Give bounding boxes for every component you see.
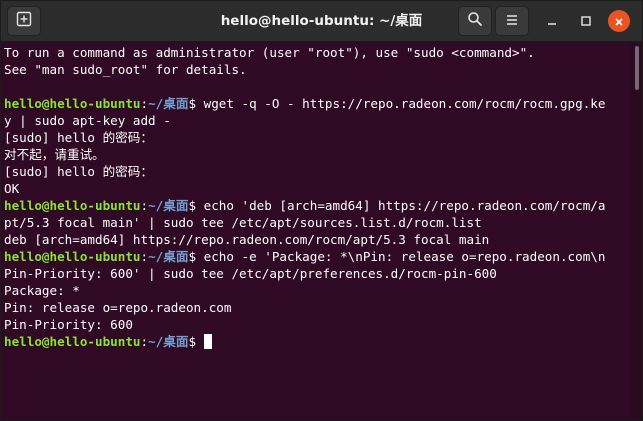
text-cursor bbox=[203, 334, 212, 349]
output-text: Package: * bbox=[4, 283, 80, 298]
prompt-separator: : bbox=[140, 96, 149, 111]
window-title: hello@hello-ubuntu: ~/桌面 bbox=[220, 13, 423, 29]
prompt-user: hello@hello-ubuntu bbox=[4, 249, 141, 264]
menu-button[interactable] bbox=[495, 6, 529, 36]
minimize-icon bbox=[546, 12, 558, 31]
close-button[interactable] bbox=[608, 10, 630, 32]
new-tab-icon bbox=[16, 11, 32, 31]
output-line: To run a command as administrator (user … bbox=[4, 44, 631, 61]
command-text: echo 'deb [arch=amd64] https://repo.rade… bbox=[203, 198, 606, 213]
output-line: 对不起，请重试。 bbox=[4, 146, 631, 163]
output-line: See "man sudo_root" for details. bbox=[4, 61, 631, 78]
output-text: To run a command as administrator (user … bbox=[4, 45, 535, 60]
terminal-output[interactable]: To run a command as administrator (user … bbox=[1, 42, 631, 420]
prompt-user: hello@hello-ubuntu bbox=[4, 96, 141, 111]
vertical-scrollbar[interactable] bbox=[631, 42, 642, 420]
prompt-path: ~/桌面 bbox=[148, 249, 189, 264]
hamburger-menu-icon bbox=[505, 12, 519, 31]
prompt-line: hello@hello-ubuntu:~/桌面$ bbox=[4, 333, 631, 350]
output-line: [sudo] hello 的密码： bbox=[4, 129, 631, 146]
prompt-separator: : bbox=[140, 198, 149, 213]
output-text: [sudo] hello 的密码： bbox=[4, 164, 153, 179]
output-text: See "man sudo_root" for details. bbox=[4, 62, 247, 77]
terminal-window: hello@hello-ubuntu: ~/桌面 To run a comman… bbox=[0, 0, 643, 421]
prompt-symbol: $ bbox=[188, 198, 204, 213]
output-text: [sudo] hello 的密码： bbox=[4, 130, 153, 145]
search-icon bbox=[467, 11, 483, 31]
prompt-symbol: $ bbox=[188, 334, 204, 349]
output-line: pt/5.3 focal main' | sudo tee /etc/apt/s… bbox=[4, 214, 631, 231]
prompt-path: ~/桌面 bbox=[148, 334, 189, 349]
output-line: deb [arch=amd64] https://repo.radeon.com… bbox=[4, 231, 631, 248]
minimize-button[interactable] bbox=[541, 10, 563, 32]
output-text: deb [arch=amd64] https://repo.radeon.com… bbox=[4, 232, 490, 247]
prompt-line: hello@hello-ubuntu:~/桌面$ echo 'deb [arch… bbox=[4, 197, 631, 214]
scrollbar-thumb[interactable] bbox=[635, 46, 639, 90]
command-text: echo -e 'Package: *\nPin: release o=repo… bbox=[203, 249, 606, 264]
prompt-symbol: $ bbox=[188, 249, 204, 264]
title-bar[interactable]: hello@hello-ubuntu: ~/桌面 bbox=[1, 1, 642, 42]
output-text: Pin-Priority: 600 bbox=[4, 317, 133, 332]
output-text: 对不起，请重试。 bbox=[4, 147, 105, 162]
prompt-path: ~/桌面 bbox=[148, 96, 189, 111]
close-icon bbox=[614, 12, 624, 31]
prompt-line: hello@hello-ubuntu:~/桌面$ echo -e 'Packag… bbox=[4, 248, 631, 265]
prompt-symbol: $ bbox=[188, 96, 204, 111]
output-text: pt/5.3 focal main' | sudo tee /etc/apt/s… bbox=[4, 215, 482, 230]
search-button[interactable] bbox=[458, 6, 492, 36]
prompt-user: hello@hello-ubuntu bbox=[4, 334, 141, 349]
output-text: Pin-Priority: 600' | sudo tee /etc/apt/p… bbox=[4, 266, 497, 281]
prompt-separator: : bbox=[140, 334, 149, 349]
prompt-user: hello@hello-ubuntu bbox=[4, 198, 141, 213]
output-text: Pin: release o=repo.radeon.com bbox=[4, 300, 232, 315]
prompt-separator: : bbox=[140, 249, 149, 264]
prompt-path: ~/桌面 bbox=[148, 198, 189, 213]
new-tab-button[interactable] bbox=[7, 6, 41, 36]
output-line: [sudo] hello 的密码： bbox=[4, 163, 631, 180]
output-line: OK bbox=[4, 180, 631, 197]
output-line: Pin-Priority: 600 bbox=[4, 316, 631, 333]
prompt-line: hello@hello-ubuntu:~/桌面$ wget -q -O - ht… bbox=[4, 95, 631, 112]
maximize-icon bbox=[580, 12, 592, 31]
output-line: Pin: release o=repo.radeon.com bbox=[4, 299, 631, 316]
output-text: y | sudo apt-key add - bbox=[4, 113, 171, 128]
maximize-button[interactable] bbox=[575, 10, 597, 32]
output-line: Package: * bbox=[4, 282, 631, 299]
output-text: OK bbox=[4, 181, 20, 196]
output-line: y | sudo apt-key add - bbox=[4, 112, 631, 129]
command-text: wget -q -O - https://repo.radeon.com/roc… bbox=[203, 96, 606, 111]
output-line: Pin-Priority: 600' | sudo tee /etc/apt/p… bbox=[4, 265, 631, 282]
